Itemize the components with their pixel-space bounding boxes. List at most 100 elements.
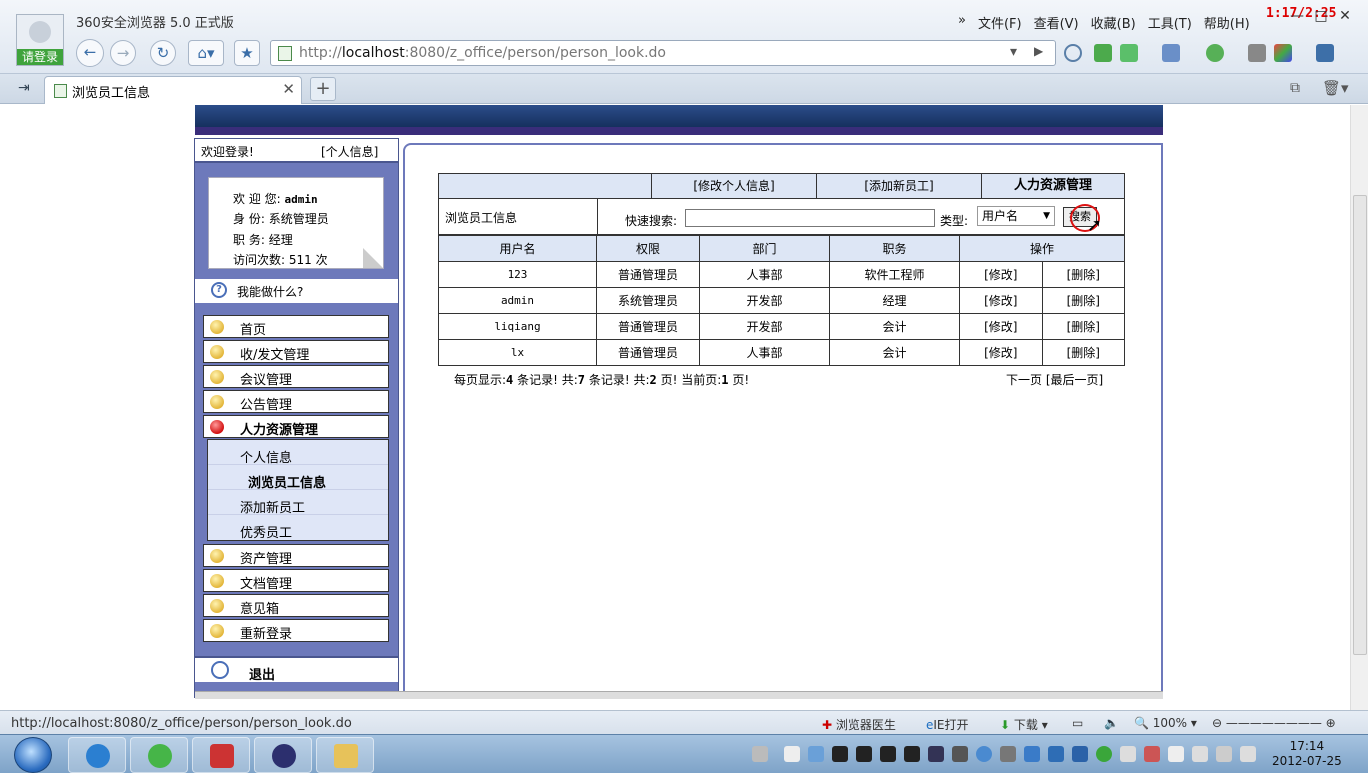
- menu-view[interactable]: 查看(V): [1034, 13, 1079, 32]
- page-scrollbar[interactable]: [1350, 105, 1368, 710]
- menu-help[interactable]: 帮助(H): [1204, 13, 1250, 32]
- go-icon[interactable]: ▶: [1034, 44, 1043, 58]
- qq-icon[interactable]: [856, 746, 872, 762]
- menu-favorites[interactable]: 收藏(B): [1091, 13, 1136, 32]
- home-icon[interactable]: ⌂▾: [188, 40, 224, 66]
- tray-app-icon[interactable]: [1024, 746, 1040, 762]
- tray-app-icon[interactable]: [952, 746, 968, 762]
- delete-link[interactable]: [删除]: [1041, 313, 1125, 340]
- restore-tabs-icon[interactable]: ⧉: [1290, 80, 1300, 96]
- speaker-icon[interactable]: 🔈: [1104, 716, 1119, 730]
- sidebar-item-hr[interactable]: 人力资源管理: [203, 415, 389, 438]
- shield-icon[interactable]: [1064, 44, 1082, 62]
- screenshot-icon[interactable]: [1162, 44, 1180, 62]
- taskbar-ie[interactable]: [68, 737, 126, 773]
- sidebar-item-files[interactable]: 文档管理: [203, 569, 389, 592]
- menu-file[interactable]: 文件(F): [978, 13, 1022, 32]
- maximize-icon[interactable]: □: [1310, 8, 1332, 26]
- submenu-excellent-employees[interactable]: 优秀员工: [208, 515, 388, 541]
- address-bar[interactable]: http://localhost:8080/z_office/person/pe…: [270, 40, 1056, 66]
- zoom-slider[interactable]: ⊖ ———————— ⊕: [1212, 716, 1342, 730]
- login-avatar[interactable]: 请登录: [16, 14, 64, 66]
- new-tab-button[interactable]: +: [310, 77, 336, 101]
- last-page-link[interactable]: [最后一页]: [1046, 373, 1103, 387]
- sidebar-item-relogin[interactable]: 重新登录: [203, 619, 389, 642]
- tray-app-icon[interactable]: [1072, 746, 1088, 762]
- address-dropdown-icon[interactable]: ▾: [1010, 44, 1017, 60]
- qq-icon[interactable]: [880, 746, 896, 762]
- tab-title[interactable]: 浏览员工信息: [72, 82, 150, 101]
- help-label[interactable]: 我能做什么?: [237, 283, 303, 300]
- addon-icon[interactable]: [1206, 44, 1224, 62]
- personal-info-link[interactable]: [个人信息]: [321, 143, 378, 160]
- download-button[interactable]: ⬇ 下载 ▾: [1000, 716, 1048, 733]
- taskbar-360browser[interactable]: [130, 737, 188, 773]
- ie-open-button[interactable]: eIE打开: [926, 716, 969, 733]
- delete-link[interactable]: [删除]: [1041, 261, 1125, 288]
- forward-icon[interactable]: →: [110, 40, 136, 66]
- qq-icon[interactable]: [904, 746, 920, 762]
- sidebar-item-meetings[interactable]: 会议管理: [203, 365, 389, 388]
- edit-link[interactable]: [修改]: [959, 339, 1043, 366]
- favorite-star-icon[interactable]: ★: [234, 40, 260, 66]
- tab-close-icon[interactable]: ✕: [282, 80, 295, 98]
- tab-list-icon[interactable]: ⇥: [18, 80, 30, 96]
- taskbar-toolbox[interactable]: [192, 737, 250, 773]
- translate-icon[interactable]: [1120, 44, 1138, 62]
- tray-app-icon[interactable]: [928, 746, 944, 762]
- sidebar-item-documents-send-receive[interactable]: 收/发文管理: [203, 340, 389, 363]
- tools-icon[interactable]: [1248, 44, 1266, 62]
- system-clock[interactable]: 17:14 2012-07-25: [1272, 739, 1342, 769]
- back-icon[interactable]: ←: [76, 39, 104, 67]
- menu-chevron-icon[interactable]: »: [958, 13, 966, 32]
- apps-icon[interactable]: [1274, 44, 1292, 62]
- close-window-icon[interactable]: ✕: [1334, 8, 1356, 26]
- edit-link[interactable]: [修改]: [959, 313, 1043, 340]
- submenu-add-employee[interactable]: 添加新员工: [208, 490, 388, 516]
- menu-tools[interactable]: 工具(T): [1148, 13, 1192, 32]
- tray-app-icon[interactable]: [808, 746, 824, 762]
- logout-row[interactable]: 退出: [195, 656, 398, 683]
- tray-app-icon[interactable]: [1096, 746, 1112, 762]
- start-button[interactable]: [14, 737, 52, 773]
- sidebar-item-suggestions[interactable]: 意见箱: [203, 594, 389, 617]
- tray-app-icon[interactable]: [1000, 746, 1016, 762]
- taskbar-explorer[interactable]: [316, 737, 374, 773]
- next-page-link[interactable]: 下一页: [1006, 373, 1042, 387]
- edit-link[interactable]: [修改]: [959, 287, 1043, 314]
- taskbar-eclipse[interactable]: [254, 737, 312, 773]
- tray-app-icon[interactable]: [976, 746, 992, 762]
- sidebar-toggle-icon[interactable]: [1316, 44, 1334, 62]
- volume-icon[interactable]: [1240, 746, 1256, 762]
- submenu-browse-employees[interactable]: 浏览员工信息: [208, 465, 388, 491]
- type-select[interactable]: 用户名 ▼: [977, 206, 1055, 226]
- shield-icon[interactable]: [1048, 746, 1064, 762]
- keyboard-icon[interactable]: [752, 746, 768, 762]
- window-icon[interactable]: ▭: [1072, 716, 1083, 730]
- app-box-icon[interactable]: [1094, 44, 1112, 62]
- logout-label[interactable]: 退出: [249, 664, 275, 683]
- sidebar-item-home[interactable]: 首页: [203, 315, 389, 338]
- zoom-control[interactable]: 🔍 100% ▾: [1134, 716, 1197, 730]
- scrollbar-thumb[interactable]: [1353, 195, 1367, 655]
- edit-profile-link[interactable]: [修改个人信息]: [651, 174, 816, 198]
- delete-link[interactable]: [删除]: [1041, 287, 1125, 314]
- address-url[interactable]: http://localhost:8080/z_office/person/pe…: [299, 45, 666, 61]
- submenu-personal-info[interactable]: 个人信息: [208, 440, 388, 466]
- login-label[interactable]: 请登录: [17, 49, 63, 65]
- quick-search-input[interactable]: [685, 209, 935, 227]
- tray-app-icon[interactable]: [1120, 746, 1136, 762]
- delete-link[interactable]: [删除]: [1041, 339, 1125, 366]
- sidebar-item-announcements[interactable]: 公告管理: [203, 390, 389, 413]
- qq-icon[interactable]: [832, 746, 848, 762]
- network-icon[interactable]: [1216, 746, 1232, 762]
- tray-app-icon[interactable]: [1144, 746, 1160, 762]
- browser-doctor-button[interactable]: ✚ 浏览器医生: [822, 716, 896, 733]
- add-employee-link[interactable]: [添加新员工]: [816, 174, 981, 198]
- trash-icon[interactable]: 🗑▾: [1322, 79, 1349, 97]
- flag-icon[interactable]: [1168, 746, 1184, 762]
- tray-app-icon[interactable]: [1192, 746, 1208, 762]
- sidebar-item-assets[interactable]: 资产管理: [203, 544, 389, 567]
- help-row[interactable]: ? 我能做什么?: [195, 279, 398, 303]
- tab-browse-employees[interactable]: 浏览员工信息 ✕: [44, 76, 302, 104]
